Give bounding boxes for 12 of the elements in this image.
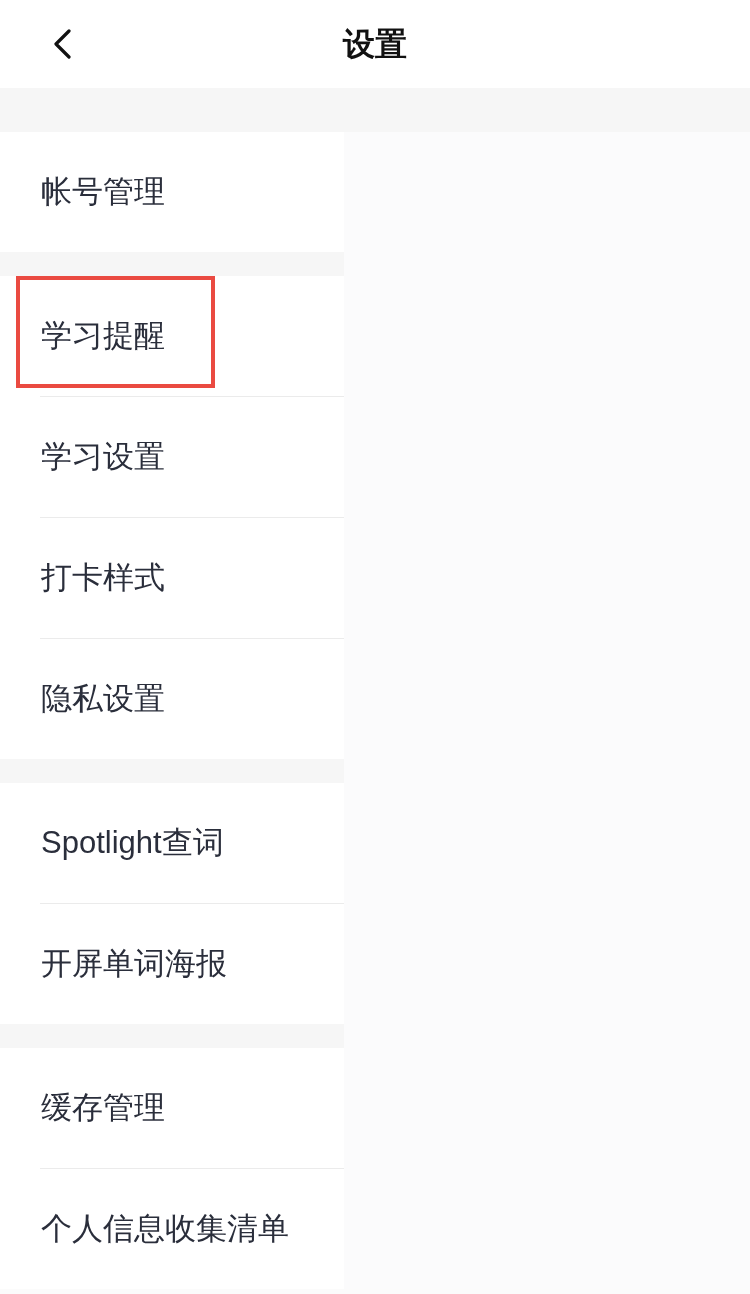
settings-item[interactable]: 缓存管理 — [41, 1088, 165, 1128]
settings-item[interactable]: 隐私设置 — [41, 679, 165, 719]
settings-item[interactable]: 个人信息收集清单 — [41, 1209, 289, 1249]
settings-item[interactable]: 学习设置 — [41, 437, 165, 477]
back-button[interactable] — [52, 29, 72, 59]
chevron-left-icon — [52, 29, 72, 59]
settings-item[interactable]: 开屏单词海报 — [41, 944, 227, 984]
page-title: 设置 — [343, 25, 407, 64]
settings-item[interactable]: 学习提醒 — [41, 316, 165, 356]
settings-item[interactable]: Spotlight查词 — [41, 823, 224, 863]
settings-item[interactable]: 打卡样式 — [41, 558, 165, 598]
settings-item[interactable]: 帐号管理 — [41, 172, 165, 212]
